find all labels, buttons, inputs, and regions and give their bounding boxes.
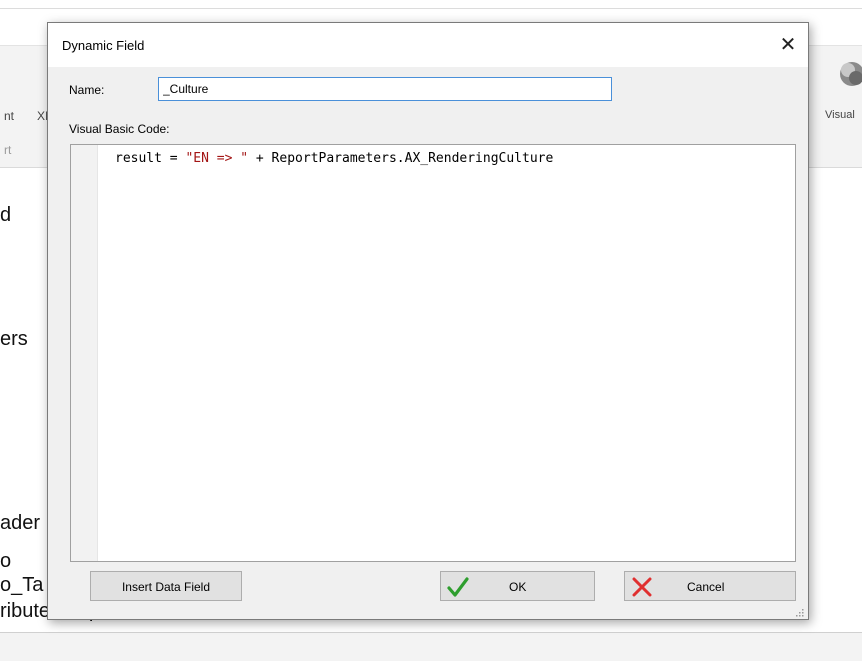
ribbon-group-label: rt xyxy=(4,143,12,157)
insert-data-field-label: Insert Data Field xyxy=(121,580,211,594)
list-item[interactable]: d xyxy=(0,204,11,227)
code-text: + ReportParameters.AX_RenderingCulture xyxy=(248,151,554,166)
background-top-strip xyxy=(0,0,862,8)
close-button[interactable]: ✕ xyxy=(773,31,803,59)
close-icon: ✕ xyxy=(779,34,797,56)
cancel-label: Cancel xyxy=(687,580,725,594)
dialog-titlebar[interactable]: Dynamic Field ✕ xyxy=(48,23,808,67)
cancel-button[interactable]: Cancel xyxy=(624,571,796,601)
background-status-bar xyxy=(0,632,862,661)
list-item[interactable]: ader xyxy=(0,512,40,535)
x-icon xyxy=(632,577,652,597)
ribbon-visual-label[interactable]: Visual xyxy=(825,109,855,121)
code-line: result = "EN => " + ReportParameters.AX_… xyxy=(115,151,553,166)
name-input[interactable] xyxy=(158,77,612,101)
insert-data-field-button[interactable]: Insert Data Field xyxy=(90,571,242,601)
code-label: Visual Basic Code: xyxy=(69,122,170,136)
list-item[interactable]: ers xyxy=(0,328,28,351)
list-item[interactable]: o xyxy=(0,550,11,573)
code-text: result = xyxy=(115,151,186,166)
ok-button[interactable]: OK xyxy=(440,571,595,601)
code-gutter xyxy=(71,145,98,561)
visual-basic-icon[interactable] xyxy=(830,60,862,92)
ok-label: OK xyxy=(509,580,527,594)
resize-grip-icon[interactable] xyxy=(794,607,804,617)
ribbon-partial-label[interactable]: nt xyxy=(4,109,14,123)
checkmark-icon xyxy=(447,577,469,597)
code-string-literal: "EN => " xyxy=(185,151,249,166)
list-item[interactable]: o_Ta xyxy=(0,574,43,597)
dynamic-field-dialog: Dynamic Field ✕ Name: Visual Basic Code:… xyxy=(47,22,809,620)
code-editor[interactable]: result = "EN => " + ReportParameters.AX_… xyxy=(70,144,796,562)
dialog-title: Dynamic Field xyxy=(62,38,145,53)
name-label: Name: xyxy=(69,83,105,97)
